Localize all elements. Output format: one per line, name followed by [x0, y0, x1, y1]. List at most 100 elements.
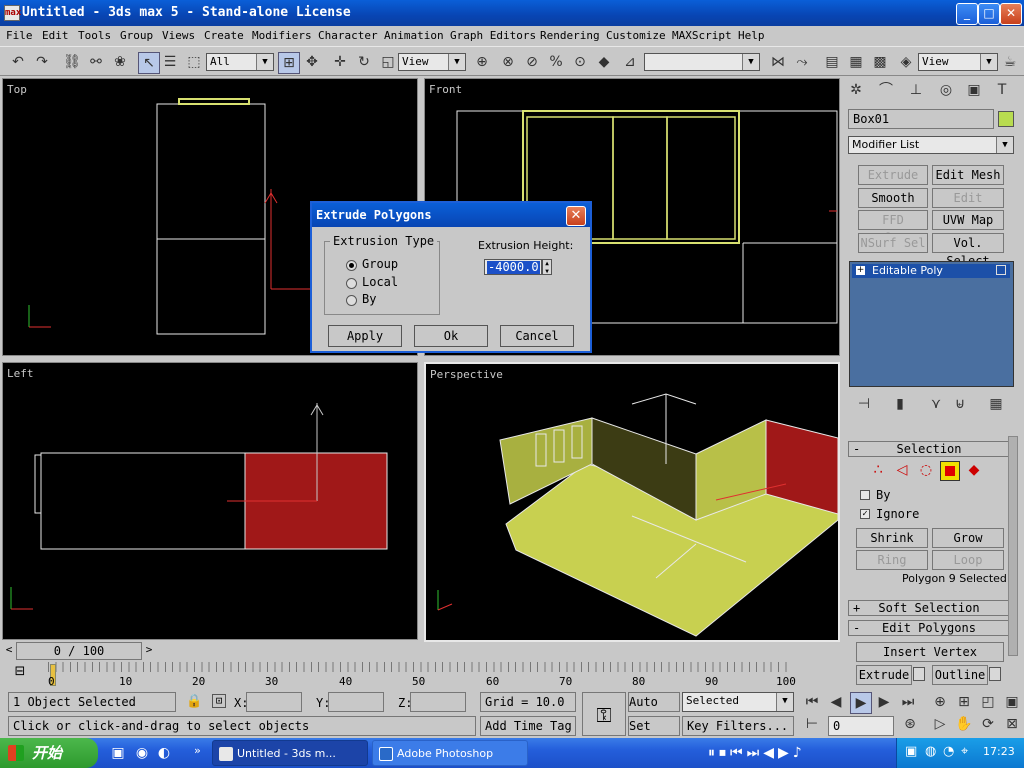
rollout-edit-polygons[interactable]: - Edit Polygons — [848, 620, 1010, 636]
quicklaunch-more-icon[interactable]: » — [194, 744, 201, 757]
x-coordinate-field[interactable] — [246, 692, 302, 712]
media-controls[interactable]: ⏸⏹⏮⏭◀▶♪ — [708, 742, 892, 764]
quick-render-icon[interactable]: ☕ — [1000, 52, 1020, 72]
region-select-icon[interactable]: ⬚ — [184, 52, 204, 72]
arc-rotate-icon[interactable]: ⟳ — [978, 714, 998, 734]
ring-button[interactable]: Ring — [856, 550, 928, 570]
redo-icon[interactable]: ↷ — [32, 52, 52, 72]
remove-modifier-icon[interactable]: ⊌ — [950, 394, 970, 414]
utilities-tab-icon[interactable]: T — [992, 80, 1012, 100]
by-checkbox[interactable] — [860, 490, 870, 500]
auto-key-button[interactable]: Auto Key — [628, 692, 680, 712]
taskbar-item-3dsmax[interactable]: Untitled - 3ds m... — [212, 740, 368, 766]
min-max-toggle-icon[interactable]: ⊠ — [1002, 714, 1022, 734]
hierarchy-tab-icon[interactable]: ⊥ — [906, 80, 926, 100]
select-manipulate-icon[interactable]: ✥ — [302, 52, 322, 72]
mirror-icon[interactable]: ⋈ — [768, 52, 788, 72]
menu-tools[interactable]: Tools — [78, 29, 111, 42]
taskbar-item-photoshop[interactable]: Adobe Photoshop — [372, 740, 528, 766]
go-to-end-icon[interactable]: ⏭ — [898, 692, 918, 712]
clock[interactable]: 17:23 — [983, 745, 1015, 758]
named-selection-icon[interactable]: ⊿ — [620, 52, 640, 72]
quicklaunch-desktop-icon[interactable]: ▣ — [108, 743, 128, 763]
modifier-button-edit-spline[interactable]: Edit Spline — [932, 188, 1004, 223]
menu-animation[interactable]: Animation — [384, 29, 444, 42]
pan-icon[interactable]: ✋ — [954, 714, 974, 734]
bind-space-warp-icon[interactable]: ❀ — [110, 52, 130, 72]
lock-selection-icon[interactable]: 🔒 — [186, 694, 202, 709]
menu-file[interactable]: File — [6, 29, 33, 42]
extrude-button[interactable]: Extrude — [856, 665, 912, 685]
configure-modifier-sets-icon[interactable]: ▦ — [986, 394, 1006, 414]
field-of-view-icon[interactable]: ▷ — [930, 714, 950, 734]
menu-edit[interactable]: Edit — [42, 29, 69, 42]
extrusion-height-spinner[interactable]: ▲ ▼ — [542, 259, 552, 275]
menu-graph-editors[interactable]: Graph Editors — [450, 29, 536, 42]
viewport-left[interactable]: Left — [2, 362, 418, 640]
insert-vertex-button[interactable]: Insert Vertex — [856, 642, 1004, 662]
rollout-selection[interactable]: - Selection — [848, 441, 1010, 457]
cancel-button[interactable]: Cancel — [500, 325, 574, 347]
y-coordinate-field[interactable] — [328, 692, 384, 712]
viewport-label-perspective[interactable]: Perspective — [430, 368, 503, 381]
menu-views[interactable]: Views — [162, 29, 195, 42]
outline-button[interactable]: Outline — [932, 665, 988, 685]
modifier-button-nsurf-sel[interactable]: NSurf Sel — [858, 233, 928, 253]
ignore-checkbox[interactable]: ✓ — [860, 509, 870, 519]
modify-tab-icon[interactable]: ⌒ — [876, 80, 896, 100]
modifier-button-edit-mesh[interactable]: Edit Mesh — [932, 165, 1004, 185]
modifier-button-vol-select[interactable]: Vol. Select — [932, 233, 1004, 268]
menu-maxscript[interactable]: MAXScript — [672, 29, 732, 42]
zoom-all-icon[interactable]: ⊞ — [954, 692, 974, 712]
curve-editor-icon[interactable]: ▤ — [822, 52, 842, 72]
language-icon[interactable]: ⌖ — [961, 744, 968, 759]
grow-button[interactable]: Grow — [932, 528, 1004, 548]
edge-level-icon[interactable]: ◁ — [892, 460, 912, 480]
quicklaunch-browser-icon[interactable]: ◐ — [154, 743, 174, 763]
z-coordinate-field[interactable] — [410, 692, 466, 712]
border-level-icon[interactable]: ◌ — [916, 460, 936, 480]
show-end-result-icon[interactable]: ▮ — [890, 394, 910, 414]
scale-icon[interactable]: ◱ — [378, 52, 398, 72]
apply-button[interactable]: Apply — [328, 325, 402, 347]
absolute-mode-icon[interactable]: ⊡ — [212, 694, 226, 708]
zoom-extents-all-icon[interactable]: ▣ — [1002, 692, 1022, 712]
element-level-icon[interactable]: ◆ — [964, 460, 984, 480]
link-icon[interactable]: ⛓ — [62, 52, 82, 72]
ok-button[interactable]: Ok — [414, 325, 488, 347]
align-icon[interactable]: ⤳ — [792, 52, 812, 72]
close-button[interactable]: ✕ — [1000, 3, 1022, 25]
modifier-list-dropdown[interactable]: Modifier List ▼ — [848, 136, 1014, 154]
create-tab-icon[interactable]: ✲ — [846, 80, 866, 100]
rollout-soft-selection[interactable]: + Soft Selection — [848, 600, 1010, 616]
window-crossing-icon[interactable]: ⊞ — [278, 52, 300, 74]
key-filters-button[interactable]: Key Filters... — [682, 716, 794, 736]
named-selection-dropdown[interactable]: ▼ — [644, 53, 760, 71]
angle-snap-icon[interactable]: ⊘ — [522, 52, 542, 72]
reference-coordinate-dropdown[interactable]: View ▼ — [398, 53, 466, 71]
mini-curve-editor-icon[interactable]: ⊟ — [10, 664, 30, 684]
render-type-dropdown[interactable]: View ▼ — [918, 53, 998, 71]
viewport-perspective[interactable]: Perspective — [424, 362, 840, 642]
spinner-snap-icon[interactable]: ⊙ — [570, 52, 590, 72]
radio-group[interactable] — [346, 260, 357, 271]
object-name-field[interactable]: Box01 — [848, 109, 994, 129]
modifier-button-uvw-map[interactable]: UVW Map — [932, 210, 1004, 230]
object-color-swatch[interactable] — [998, 111, 1014, 127]
key-mode-dropdown[interactable]: Selected ▼ — [682, 692, 794, 712]
key-icon[interactable]: ⚿ — [582, 692, 626, 736]
viewport-label-top[interactable]: Top — [7, 83, 27, 96]
add-time-tag-button[interactable]: Add Time Tag — [480, 716, 576, 736]
display-tab-icon[interactable]: ▣ — [964, 80, 984, 100]
maximize-button[interactable]: □ — [978, 3, 1000, 25]
set-key-button[interactable]: Set Key — [628, 716, 680, 751]
modifier-button-extrude[interactable]: Extrude — [858, 165, 928, 185]
modifier-button-ffd-select[interactable]: FFD Select — [858, 210, 928, 245]
lightbulb-toggle-icon[interactable] — [996, 265, 1006, 275]
quicklaunch-media-icon[interactable]: ◉ — [132, 743, 152, 763]
material-icon[interactable]: ◆ — [594, 52, 614, 72]
menu-customize[interactable]: Customize — [606, 29, 666, 42]
modifier-stack[interactable]: + Editable Poly — [849, 261, 1014, 387]
extrusion-height-field[interactable]: -4000.0 — [484, 259, 542, 275]
vertex-level-icon[interactable]: ∴ — [868, 460, 888, 480]
